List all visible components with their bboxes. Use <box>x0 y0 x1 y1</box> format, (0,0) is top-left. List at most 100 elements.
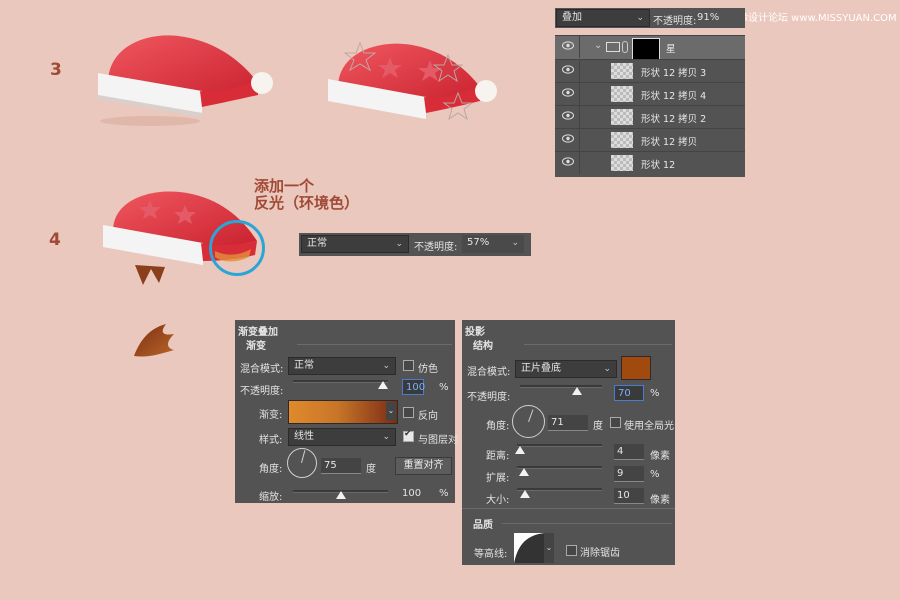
chevron-down-icon: ⌄ <box>636 13 644 23</box>
gradient-blend-mode-select[interactable]: 正常 ⌄ <box>288 357 396 375</box>
reflection-opacity-select[interactable]: 57% ⌄ <box>462 235 524 253</box>
distance-label: 距离: <box>486 451 510 462</box>
shadow-spread-slider-thumb[interactable] <box>519 468 529 476</box>
reflection-opacity-value: 57% <box>467 237 490 248</box>
align-with-layer-checkbox[interactable] <box>403 429 414 442</box>
quality-section-title: 品质 <box>473 520 493 531</box>
size-label: 大小: <box>486 495 510 506</box>
divider <box>297 344 452 345</box>
shadow-angle-dial[interactable] <box>512 405 545 438</box>
blend-mode-label: 混合模式: <box>467 367 511 378</box>
layer-row[interactable]: 形状 12 <box>555 151 745 174</box>
layers-panel: 叠加 ⌄ 不透明度: 91% <box>555 8 745 28</box>
step-number-4: 4 <box>49 230 61 250</box>
angle-label: 角度: <box>486 421 510 432</box>
align-with-layer-label: 与图层对 <box>418 435 458 446</box>
gradient-opacity-input[interactable]: 100 <box>402 379 425 395</box>
eye-icon[interactable] <box>562 65 574 74</box>
shadow-color-swatch[interactable] <box>621 356 651 380</box>
chevron-down-icon: ⌄ <box>395 239 403 249</box>
eye-icon[interactable] <box>562 157 574 166</box>
gradient-style-value: 线性 <box>294 431 314 442</box>
gradient-section-title: 渐变 <box>246 341 266 352</box>
chevron-down-icon: ⌄ <box>511 238 519 248</box>
gradient-swatch[interactable] <box>288 400 398 424</box>
callout-line2: 反光（环境色） <box>254 194 360 212</box>
reset-alignment-button[interactable]: 重置对齐 <box>395 457 452 475</box>
antialias-label: 消除锯齿 <box>580 548 620 559</box>
reflection-blend-bar: 正常 ⌄ 不透明度: 57% ⌄ <box>299 233 531 256</box>
shadow-blend-mode-value: 正片叠底 <box>521 363 561 374</box>
layer-name: 形状 12 <box>641 160 676 171</box>
layer-blend-mode-select[interactable]: 叠加 ⌄ <box>556 9 650 27</box>
layer-row[interactable]: 形状 12 拷贝 3 <box>555 59 745 82</box>
gradient-angle-dial[interactable] <box>287 448 317 478</box>
shadow-size-slider-thumb[interactable] <box>520 490 530 498</box>
contour-curve-icon[interactable] <box>514 533 544 563</box>
style-label: 样式: <box>259 435 283 446</box>
drop-shadow-panel: 投影 结构 混合模式: 正片叠底 ⌄ 不透明度: 70 % 角度: 71 度 使… <box>462 320 675 565</box>
layer-opacity-value[interactable]: 91% <box>697 12 719 23</box>
gradient-label: 渐变: <box>259 410 283 421</box>
layer-name: 形状 12 拷贝 4 <box>641 91 707 102</box>
eye-icon[interactable] <box>562 88 574 97</box>
folder-icon <box>606 42 620 52</box>
shadow-angle-input[interactable]: 71 <box>548 415 588 431</box>
watermark: 思缘设计论坛 www.MISSYUAN.COM <box>728 13 897 24</box>
gradient-overlay-title: 渐变叠加 <box>238 327 278 338</box>
layer-thumbnail <box>611 86 633 102</box>
gradient-opacity-slider[interactable] <box>293 380 388 383</box>
step-number-3: 3 <box>50 60 62 80</box>
gradient-style-select[interactable]: 线性 ⌄ <box>288 428 396 446</box>
reverse-checkbox[interactable] <box>403 407 414 418</box>
layer-opacity-label: 不透明度: <box>653 16 697 27</box>
gradient-dropdown-arrow[interactable]: ⌄ <box>386 402 396 420</box>
callout-text: 添加一个 反光（环境色） <box>254 178 359 212</box>
chevron-down-icon[interactable]: ⌄ <box>594 40 602 51</box>
eye-icon[interactable] <box>562 111 574 120</box>
opacity-label: 不透明度: <box>240 386 284 397</box>
global-light-checkbox[interactable] <box>610 417 621 428</box>
shadow-shape-preview <box>134 324 174 357</box>
link-icon <box>622 41 628 53</box>
shadow-spread-input[interactable]: 9 <box>614 466 644 482</box>
eye-icon[interactable] <box>562 134 574 143</box>
gradient-opacity-slider-thumb[interactable] <box>378 381 389 389</box>
antialias-checkbox[interactable] <box>566 545 577 556</box>
angle-needle <box>301 450 306 463</box>
shadow-spread-slider[interactable] <box>517 466 602 469</box>
gradient-scale-value[interactable]: 100 <box>402 488 421 499</box>
group-name: 星 <box>666 44 676 55</box>
eye-icon[interactable] <box>562 41 574 50</box>
santa-hat-with-stars <box>328 41 497 121</box>
layer-thumbnail <box>611 63 633 79</box>
shadow-blend-mode-select[interactable]: 正片叠底 ⌄ <box>515 360 617 378</box>
opacity-label: 不透明度: <box>467 392 511 403</box>
dither-checkbox[interactable] <box>403 360 414 371</box>
gradient-overlay-panel: 渐变叠加 渐变 混合模式: 正常 ⌄ 仿色 不透明度: 100 % 渐变: ⌄ … <box>235 320 458 503</box>
layer-group-row[interactable]: ⌄ 星 <box>555 35 745 60</box>
layer-row[interactable]: 形状 12 拷贝 4 <box>555 82 745 105</box>
reflection-blend-mode-select[interactable]: 正常 ⌄ <box>301 235 409 253</box>
shadow-opacity-slider[interactable] <box>520 385 602 388</box>
angle-label: 角度: <box>259 464 283 475</box>
contour-dropdown-arrow[interactable]: ⌄ <box>544 533 554 563</box>
layer-blend-mode-value: 叠加 <box>562 12 582 23</box>
shadow-distance-slider-thumb[interactable] <box>515 446 525 454</box>
gradient-scale-slider-thumb[interactable] <box>335 491 346 499</box>
scale-unit: % <box>439 488 449 499</box>
layer-name: 形状 12 拷贝 2 <box>641 114 707 125</box>
shadow-opacity-slider-thumb[interactable] <box>572 387 583 395</box>
layer-row[interactable]: 形状 12 拷贝 2 <box>555 105 745 128</box>
reflection-opacity-label: 不透明度: <box>414 242 458 253</box>
shadow-distance-input[interactable]: 4 <box>614 444 644 460</box>
gradient-angle-input[interactable]: 75 <box>321 458 361 474</box>
santa-hat-plain <box>98 35 273 126</box>
angle-needle <box>527 408 533 422</box>
highlight-ring <box>209 220 265 276</box>
shadow-distance-slider[interactable] <box>517 444 602 447</box>
shadow-size-input[interactable]: 10 <box>614 488 644 504</box>
drop-shadow-title: 投影 <box>465 327 485 338</box>
layer-row[interactable]: 形状 12 拷贝 <box>555 128 745 151</box>
shadow-opacity-input[interactable]: 70 <box>614 385 644 401</box>
